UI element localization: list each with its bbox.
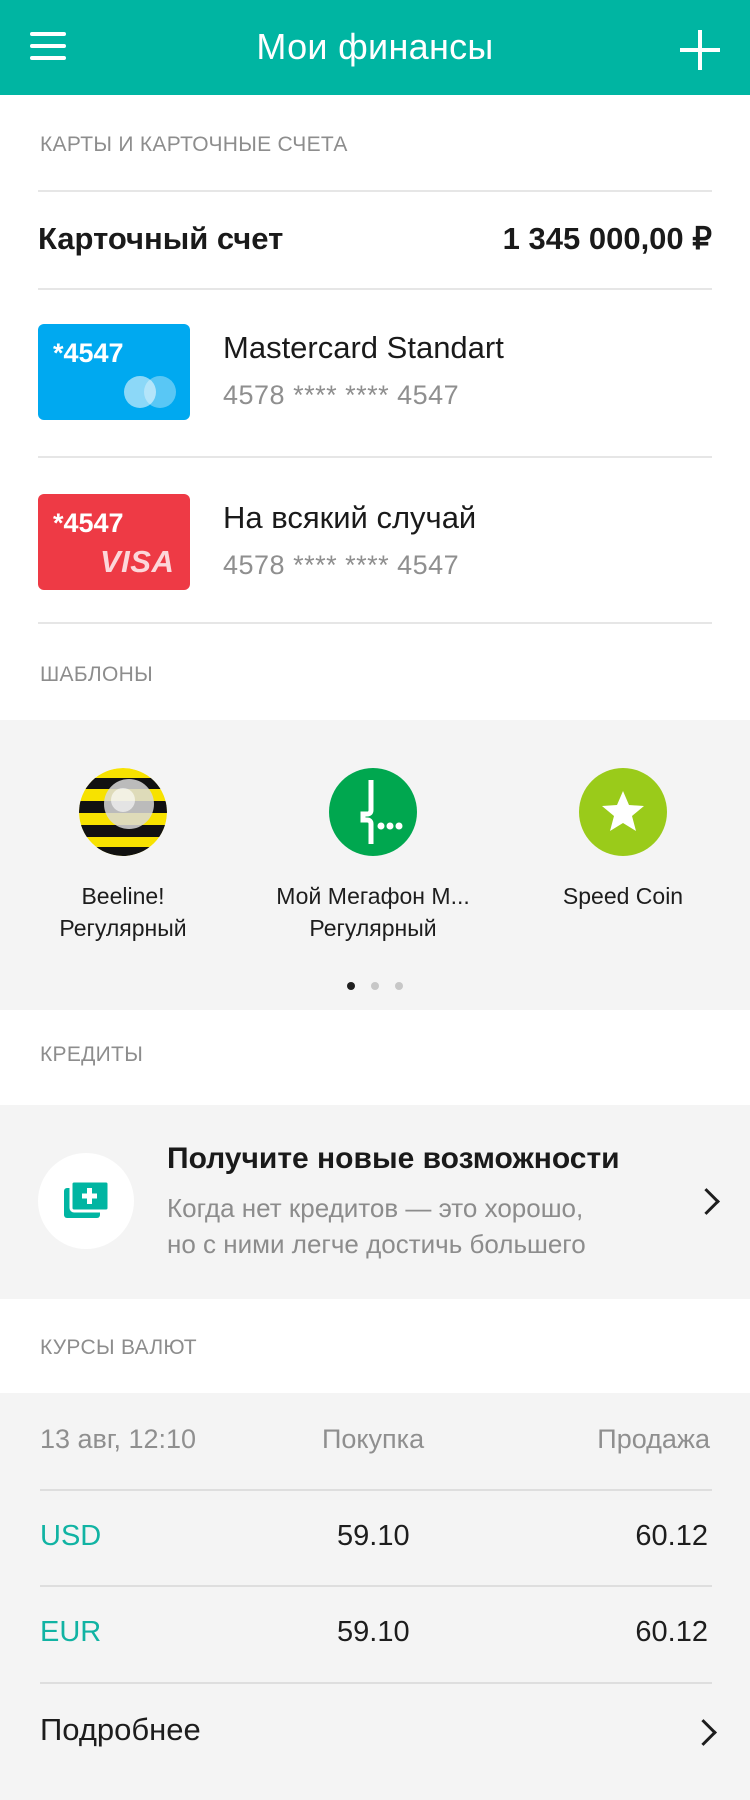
templates-section-label: ШАБЛОНЫ: [40, 663, 154, 686]
rates-section-label: КУРСЫ ВАЛЮТ: [40, 1336, 197, 1359]
plus-icon[interactable]: [680, 30, 720, 70]
card-badge: *4547: [53, 338, 124, 368]
template-label: Beeline! Регулярный: [59, 883, 187, 941]
promo-title: Получите новые возможности: [167, 1142, 620, 1175]
star-icon: [579, 768, 667, 856]
sell-rate: 60.12: [635, 1520, 708, 1552]
beeline-logo-icon: [79, 768, 167, 856]
account-name: Карточный счет: [38, 221, 284, 256]
templates-carousel[interactable]: [0, 720, 750, 1010]
more-label: Подробнее: [40, 1712, 201, 1747]
divider: [40, 1682, 712, 1684]
currency-code: EUR: [40, 1616, 102, 1648]
card-badge: *4547: [53, 508, 124, 538]
pager-dot[interactable]: [371, 982, 379, 990]
pager-dot[interactable]: [347, 982, 355, 990]
visa-logo-icon: VISA: [100, 544, 175, 579]
divider: [38, 622, 712, 624]
card-account-row[interactable]: Карточный счет 1 345 000,00 ₽: [38, 193, 712, 289]
template-label: Мой Мегафон М... Регулярный: [276, 883, 470, 941]
carousel-pager: [0, 977, 750, 995]
card-item-mastercard[interactable]: *4547 Mastercard Standart 4578 **** ****…: [38, 290, 712, 440]
template-label: Speed Coin: [562, 883, 684, 909]
card-number: 4578 **** **** 4547: [223, 550, 460, 580]
sell-rate: 60.12: [635, 1616, 708, 1648]
rates-date: 13 авг, 12:10: [40, 1424, 197, 1454]
rates-buy-header: Покупка: [322, 1424, 425, 1454]
promo-text: Когда нет кредитов — это хорошо, но с ни…: [167, 1193, 586, 1259]
buy-rate: 59.10: [337, 1616, 410, 1648]
card-thumbnail: *4547: [38, 324, 190, 420]
currency-code: USD: [40, 1520, 102, 1552]
divider: [40, 1585, 712, 1587]
card-number: 4578 **** **** 4547: [223, 380, 460, 410]
pager-dot[interactable]: [395, 982, 403, 990]
card-title: Mastercard Standart: [223, 330, 504, 365]
buy-rate: 59.10: [337, 1520, 410, 1552]
mastercard-logo-icon: [124, 376, 178, 408]
cards-section-label: КАРТЫ И КАРТОЧНЫЕ СЧЕТА: [40, 133, 348, 156]
card-item-visa[interactable]: *4547 VISA На всякий случай 4578 **** **…: [38, 458, 712, 608]
megafon-logo-icon: [329, 768, 417, 856]
rates-sell-header: Продажа: [597, 1424, 710, 1454]
account-balance: 1 345 000,00 ₽: [502, 221, 712, 256]
credits-section-label: КРЕДИТЫ: [40, 1043, 144, 1066]
divider: [38, 190, 712, 192]
card-title: На всякий случай: [223, 500, 477, 535]
app-header: Мои финансы: [0, 0, 750, 95]
add-credit-icon: [38, 1153, 134, 1249]
divider: [40, 1489, 712, 1491]
page-title: Мои финансы: [256, 26, 494, 67]
card-thumbnail: *4547 VISA: [38, 494, 190, 590]
